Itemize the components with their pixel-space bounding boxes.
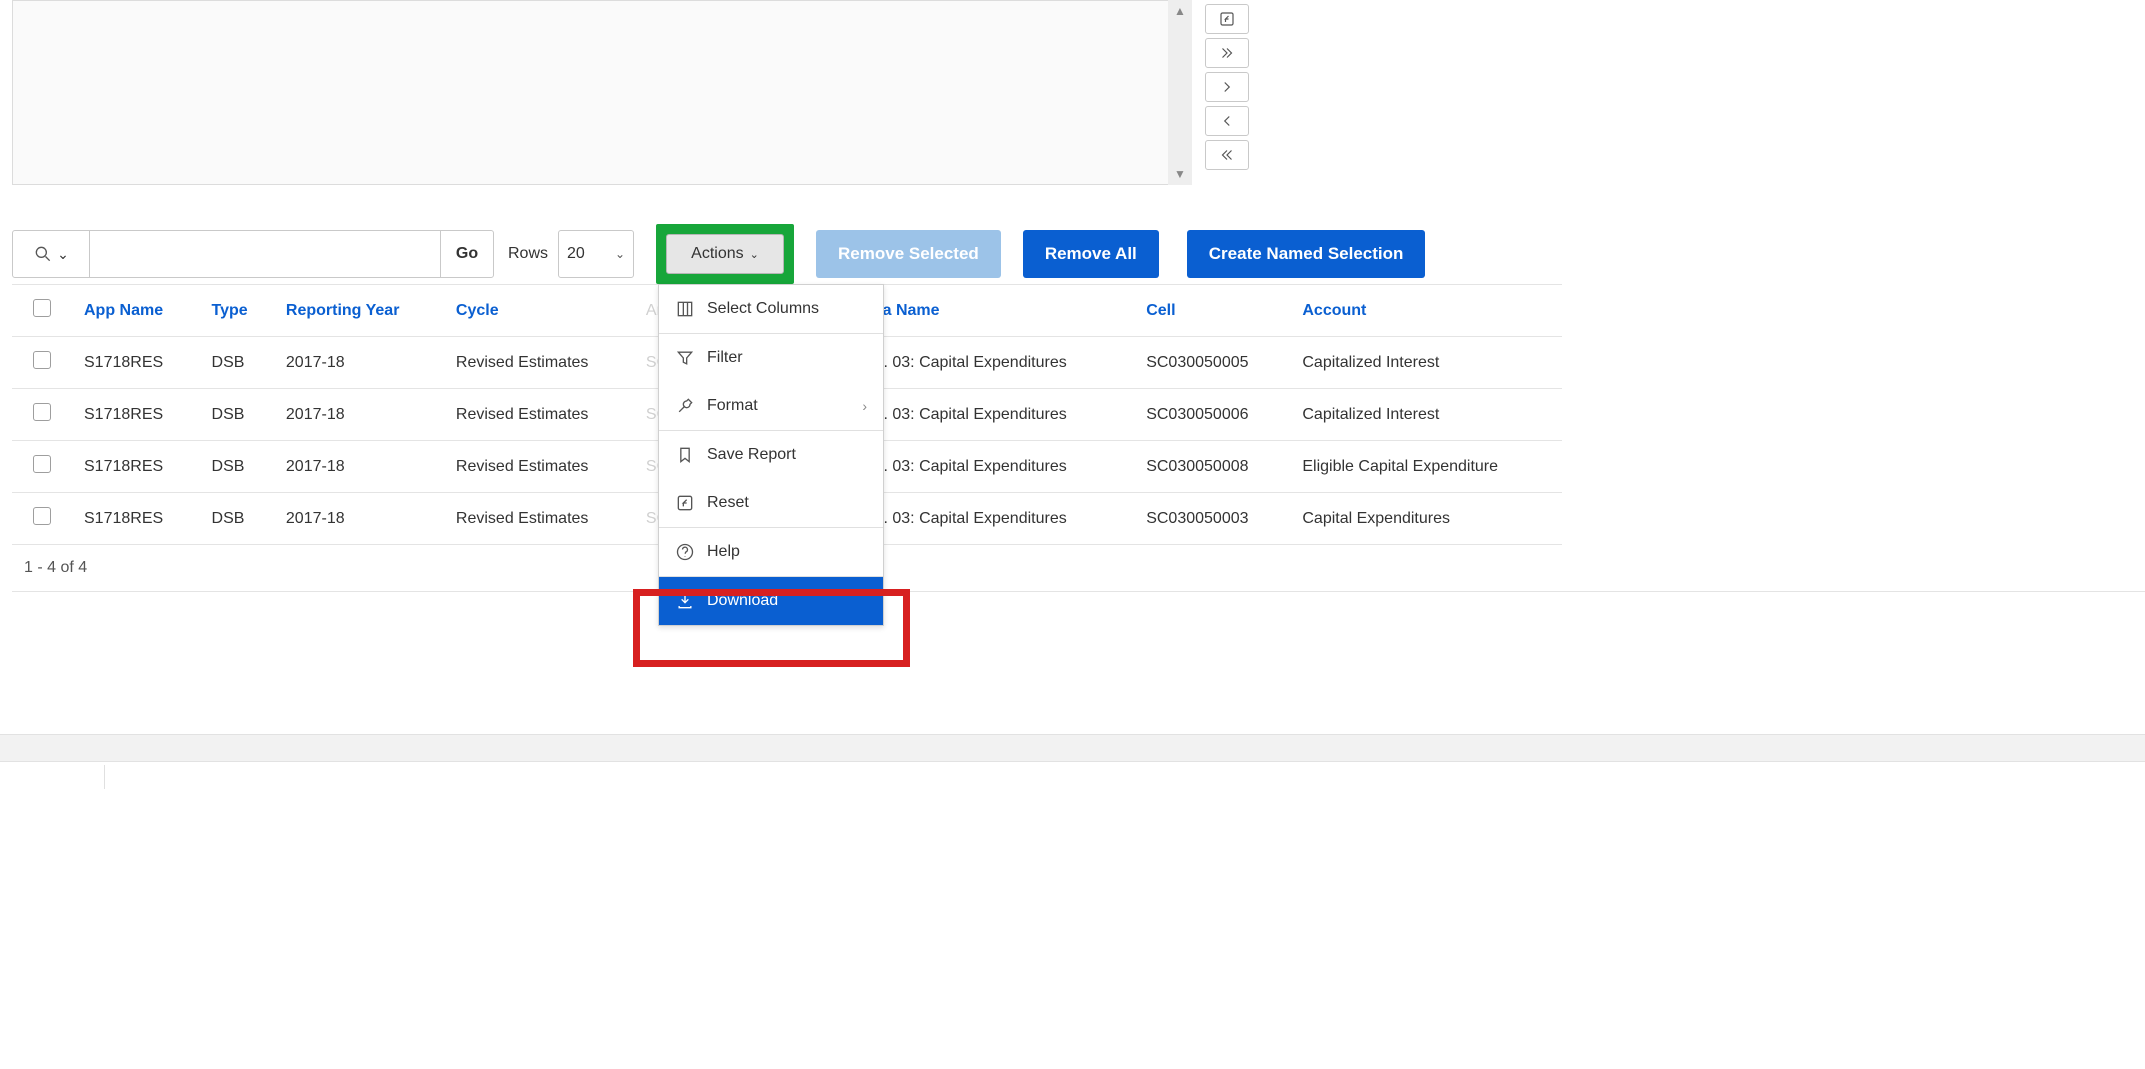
- cell-reporting-year: 2017-18: [274, 493, 444, 545]
- chevron-right-icon: ›: [862, 398, 867, 414]
- cell-area-name: Sch. 03: Capital Expenditures: [844, 337, 1134, 389]
- cell-account: Capitalized Interest: [1290, 337, 1562, 389]
- actions-button[interactable]: Actions ⌄: [666, 234, 784, 274]
- cell-cycle: Revised Estimates: [444, 337, 634, 389]
- columns-icon: [675, 299, 695, 319]
- cell-area-name: Sch. 03: Capital Expenditures: [844, 493, 1134, 545]
- nav-left-button[interactable]: [1205, 106, 1249, 136]
- cell-area-name: Sch. 03: Capital Expenditures: [844, 441, 1134, 493]
- actions-button-highlight: Actions ⌄: [656, 224, 794, 284]
- search-icon: [33, 244, 53, 264]
- cell-area-name: Sch. 03: Capital Expenditures: [844, 389, 1134, 441]
- cell-app-name: S1718RES: [72, 337, 200, 389]
- menu-filter[interactable]: Filter: [659, 334, 883, 382]
- shuttle-nav: [1205, 4, 1249, 170]
- col-reporting-year[interactable]: Reporting Year: [274, 285, 444, 337]
- cell-app-name: S1718RES: [72, 389, 200, 441]
- cell-cycle: Revised Estimates: [444, 441, 634, 493]
- cell-cell: SC030050006: [1134, 389, 1290, 441]
- menu-format[interactable]: Format ›: [659, 382, 883, 430]
- nav-double-right-button[interactable]: [1205, 38, 1249, 68]
- nav-right-button[interactable]: [1205, 72, 1249, 102]
- pager-text: 1 - 4 of 4: [12, 545, 2145, 592]
- col-cycle[interactable]: Cycle: [444, 285, 634, 337]
- cell-account: Capital Expenditures: [1290, 493, 1562, 545]
- search-column-picker[interactable]: ⌄: [12, 230, 90, 278]
- col-area-name[interactable]: Area Name: [844, 285, 1134, 337]
- chevron-down-icon: ⌄: [750, 248, 759, 261]
- scroll-down-icon[interactable]: ▼: [1168, 163, 1192, 185]
- actions-menu: Select Columns Filter Format › Save Repo…: [658, 284, 884, 626]
- go-button[interactable]: Go: [440, 230, 494, 278]
- upper-panel-scrollbar[interactable]: ▲ ▼: [1168, 0, 1192, 185]
- cell-cell: SC030050005: [1134, 337, 1290, 389]
- status-strip: [0, 765, 105, 789]
- footer-bar: [0, 734, 2145, 762]
- menu-help[interactable]: Help: [659, 528, 883, 576]
- cell-account: Eligible Capital Expenditure: [1290, 441, 1562, 493]
- col-account[interactable]: Account: [1290, 285, 1562, 337]
- cell-type: DSB: [200, 337, 274, 389]
- col-app-name[interactable]: App Name: [72, 285, 200, 337]
- results-table: App Name Type Reporting Year Cycle Area …: [12, 284, 2145, 592]
- cell-type: DSB: [200, 493, 274, 545]
- menu-save-report[interactable]: Save Report: [659, 431, 883, 479]
- cell-cycle: Revised Estimates: [444, 493, 634, 545]
- funnel-icon: [675, 348, 695, 368]
- help-icon: [675, 542, 695, 562]
- cell-reporting-year: 2017-18: [274, 337, 444, 389]
- cell-type: DSB: [200, 441, 274, 493]
- menu-select-columns-label: Select Columns: [707, 300, 819, 318]
- cell-reporting-year: 2017-18: [274, 441, 444, 493]
- chevron-down-icon: ⌄: [615, 247, 625, 261]
- row-checkbox[interactable]: [33, 455, 51, 473]
- nav-double-left-button[interactable]: [1205, 140, 1249, 170]
- scroll-up-icon[interactable]: ▲: [1168, 0, 1192, 22]
- cell-cell: SC030050003: [1134, 493, 1290, 545]
- rows-select[interactable]: 20 ⌄: [558, 230, 634, 278]
- cell-app-name: S1718RES: [72, 493, 200, 545]
- cell-cycle: Revised Estimates: [444, 389, 634, 441]
- nav-reset-button[interactable]: [1205, 4, 1249, 34]
- menu-help-label: Help: [707, 543, 740, 561]
- wrench-icon: [675, 396, 695, 416]
- rows-select-value: 20: [567, 245, 585, 263]
- upper-panel: [12, 0, 1192, 185]
- chevron-down-icon: ⌄: [57, 246, 69, 263]
- menu-reset-label: Reset: [707, 494, 749, 512]
- search-input[interactable]: [90, 230, 440, 278]
- menu-reset[interactable]: Reset: [659, 479, 883, 527]
- bookmark-icon: [675, 445, 695, 465]
- actions-button-label: Actions: [691, 245, 743, 263]
- remove-selected-button[interactable]: Remove Selected: [816, 230, 1001, 278]
- select-all-header[interactable]: [12, 285, 72, 337]
- menu-download-label: Download: [707, 592, 778, 610]
- rows-label: Rows: [508, 245, 548, 263]
- menu-save-report-label: Save Report: [707, 446, 796, 464]
- cell-reporting-year: 2017-18: [274, 389, 444, 441]
- col-type[interactable]: Type: [200, 285, 274, 337]
- cell-cell: SC030050008: [1134, 441, 1290, 493]
- toolbar: ⌄ Go Rows 20 ⌄ Actions ⌄ Remove Selected…: [12, 224, 1425, 284]
- row-checkbox[interactable]: [33, 403, 51, 421]
- col-cell[interactable]: Cell: [1134, 285, 1290, 337]
- remove-all-button[interactable]: Remove All: [1023, 230, 1159, 278]
- menu-filter-label: Filter: [707, 349, 743, 367]
- menu-download[interactable]: Download: [659, 577, 883, 625]
- cell-type: DSB: [200, 389, 274, 441]
- create-named-selection-button[interactable]: Create Named Selection: [1187, 230, 1426, 278]
- reset-icon: [675, 493, 695, 513]
- menu-select-columns[interactable]: Select Columns: [659, 285, 883, 333]
- cell-account: Capitalized Interest: [1290, 389, 1562, 441]
- download-icon: [675, 591, 695, 611]
- select-all-checkbox[interactable]: [33, 299, 51, 317]
- cell-app-name: S1718RES: [72, 441, 200, 493]
- menu-format-label: Format: [707, 397, 758, 415]
- row-checkbox[interactable]: [33, 507, 51, 525]
- row-checkbox[interactable]: [33, 351, 51, 369]
